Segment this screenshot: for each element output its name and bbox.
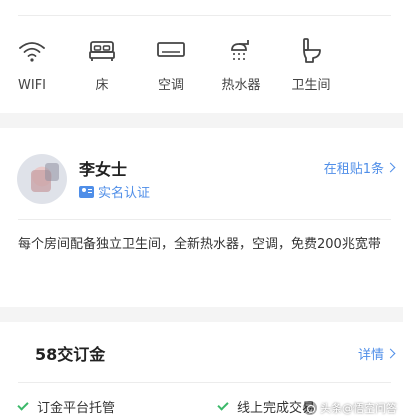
watermark: 头条@悟空问答	[303, 400, 397, 416]
chevron-right-icon	[385, 348, 396, 359]
amenity-label: 卫生间	[291, 78, 331, 93]
wifi-icon	[19, 42, 45, 62]
divider	[18, 15, 391, 16]
amenity-label: 床	[95, 78, 109, 93]
amenity-toilet: 卫生间	[276, 38, 346, 94]
check-icon	[217, 399, 229, 411]
amenities-section: WIFI 床 空调 热水器 卫生间	[0, 0, 403, 113]
host-listings-link[interactable]: 在租贴1条	[323, 158, 396, 177]
amenity-label: 热水器	[221, 78, 261, 93]
verified-badge: 实名认证	[79, 182, 150, 201]
toilet-icon	[303, 38, 321, 63]
divider	[18, 382, 391, 383]
amenity-water-heater: 热水器	[206, 38, 276, 94]
water-heater-icon	[231, 40, 249, 60]
deposit-feature: 订金平台托管	[17, 397, 116, 416]
amenity-wifi: WIFI	[0, 38, 67, 94]
watermark-text: 头条@悟空问答	[320, 402, 397, 415]
host-name: 李女士	[79, 160, 128, 179]
id-card-icon	[79, 185, 94, 198]
amenity-label: WIFI	[18, 78, 46, 93]
deposit-title: 58交订金	[35, 345, 106, 364]
amenity-bed: 床	[67, 38, 137, 94]
deposit-section: 58交订金 详情 订金平台托管 线上完成交易 头条@悟空问答	[0, 322, 403, 420]
verified-label: 实名认证	[98, 186, 151, 201]
deposit-feature: 线上完成交易	[217, 397, 315, 416]
host-listings-label: 在租贴1条	[323, 162, 384, 177]
listing-description: 每个房间配备独立卫生间，全新热水器，空调，免费200兆宽带	[18, 237, 381, 252]
landlord-section: 李女士 实名认证 在租贴1条 每个房间配备独立卫生间，全新热水器，空调，免费20…	[0, 128, 403, 307]
deposit-details-label: 详情	[357, 348, 384, 363]
watermark-logo-icon	[303, 401, 317, 415]
amenity-label: 空调	[157, 78, 184, 93]
chevron-right-icon	[385, 162, 396, 173]
avatar[interactable]	[17, 154, 67, 204]
avatar-photo	[45, 163, 59, 181]
deposit-details-link[interactable]: 详情	[357, 344, 396, 363]
deposit-feature-label: 订金平台托管	[37, 401, 116, 416]
air-conditioner-icon	[157, 42, 185, 57]
check-icon	[17, 399, 29, 411]
amenity-air-conditioner: 空调	[136, 38, 206, 94]
bed-icon	[89, 41, 115, 61]
divider	[18, 219, 391, 220]
